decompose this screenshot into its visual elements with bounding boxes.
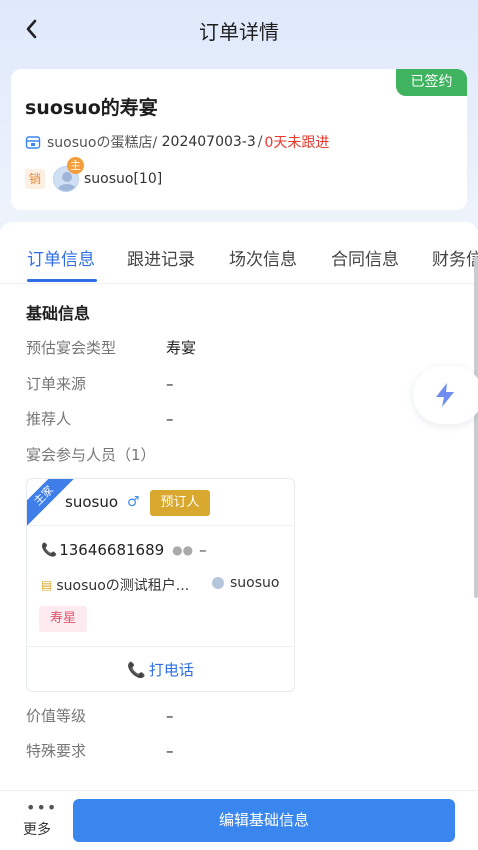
tenant-name: suosuoの测试租户... bbox=[56, 578, 190, 594]
field-value: – bbox=[166, 742, 174, 760]
participants-label: 宴会参与人员（1） bbox=[26, 444, 156, 465]
field-value: – bbox=[166, 410, 174, 428]
field-label: 预估宴会类型 bbox=[26, 339, 117, 357]
order-number: 202407003-3 bbox=[161, 134, 256, 150]
salesperson-name: suosuo[10] bbox=[84, 171, 163, 187]
quick-action-button[interactable] bbox=[413, 366, 478, 424]
tab-bar: 订单信息 跟进记录 场次信息 合同信息 财务信 bbox=[0, 222, 478, 284]
male-icon: ♂ bbox=[127, 494, 140, 510]
phone-icon: 📞 bbox=[41, 542, 58, 558]
wechat-icon: ●● bbox=[172, 543, 194, 557]
lightning-icon bbox=[436, 383, 454, 407]
guest-role-tag: 寿星 bbox=[39, 606, 87, 632]
user-icon bbox=[212, 577, 224, 589]
follow-days: 0天未跟进 bbox=[264, 135, 330, 151]
store-name: suosuoの蛋糕店/ bbox=[47, 135, 158, 151]
more-label: 更多 bbox=[23, 822, 51, 838]
building-icon: ▤ bbox=[41, 578, 53, 592]
participant-user: suosuo bbox=[212, 575, 279, 591]
booker-tag: 预订人 bbox=[150, 490, 210, 516]
participant-card: 主家 suosuo ♂ 预订人 📞 13646681689 ●● – ▤ suo… bbox=[26, 478, 295, 692]
salesperson-line: 销 主 suosuo[10] bbox=[25, 157, 163, 192]
call-label: 打电话 bbox=[148, 661, 194, 679]
more-button[interactable]: ••• 更多 bbox=[20, 798, 58, 845]
field-referrer: 推荐人 – bbox=[26, 408, 174, 429]
field-label: 订单来源 bbox=[26, 375, 87, 393]
field-label: 推荐人 bbox=[26, 410, 72, 428]
field-order-source: 订单来源 – bbox=[26, 373, 174, 394]
participant-footer: 📞 打电话 bbox=[27, 646, 294, 691]
field-special-requests: 特殊要求 – bbox=[26, 740, 174, 761]
field-banquet-type: 预估宴会类型 寿宴 bbox=[26, 337, 196, 358]
store-line: suosuoの蛋糕店/ 202407003-3 / 0天未跟进 bbox=[25, 132, 329, 152]
detail-panel: 订单信息 跟进记录 场次信息 合同信息 财务信 基础信息 预估宴会类型 寿宴 订单… bbox=[0, 222, 478, 822]
tab-contract-info[interactable]: 合同信息 bbox=[331, 245, 399, 270]
phone-icon: 📞 bbox=[127, 661, 146, 679]
store-icon bbox=[25, 136, 41, 149]
salesperson-avatar: 主 bbox=[53, 157, 84, 192]
separator: / bbox=[257, 134, 263, 150]
more-icon: ••• bbox=[26, 798, 58, 817]
field-label: 宴会参与人员（1） bbox=[26, 446, 156, 464]
section-title: 基础信息 bbox=[26, 304, 91, 323]
page-title: 订单详情 bbox=[199, 20, 279, 44]
field-value: – bbox=[166, 375, 174, 393]
field-label: 价值等级 bbox=[26, 707, 87, 725]
status-badge: 已签约 bbox=[396, 69, 467, 96]
tab-follow-records[interactable]: 跟进记录 bbox=[127, 245, 195, 270]
user-name: suosuo bbox=[230, 575, 280, 591]
field-value: – bbox=[166, 707, 174, 725]
field-value-level: 价值等级 – bbox=[26, 705, 174, 726]
main-mark: 主 bbox=[67, 157, 84, 174]
participant-wechat: – bbox=[199, 541, 207, 559]
tab-order-info[interactable]: 订单信息 bbox=[27, 245, 95, 270]
order-name: suosuo的寿宴 bbox=[25, 97, 158, 119]
scrollbar[interactable] bbox=[474, 256, 478, 598]
participant-header: 主家 suosuo ♂ 预订人 bbox=[27, 479, 294, 528]
participant-name: suosuo bbox=[65, 493, 118, 511]
tab-session-info[interactable]: 场次信息 bbox=[229, 245, 297, 270]
participant-phone[interactable]: 13646681689 bbox=[59, 541, 164, 559]
field-label: 特殊要求 bbox=[26, 742, 87, 760]
active-tab-indicator bbox=[27, 279, 97, 282]
participant-tenant: ▤ suosuoの测试租户... bbox=[41, 575, 189, 595]
edit-basic-info-button[interactable]: 编辑基础信息 bbox=[73, 799, 455, 842]
bottom-action-bar: ••• 更多 编辑基础信息 bbox=[0, 790, 478, 850]
call-button[interactable]: 📞 打电话 bbox=[27, 659, 294, 680]
nav-bar: 订单详情 bbox=[0, 0, 478, 60]
sales-tag: 销 bbox=[25, 169, 45, 189]
participant-phone-line: 📞 13646681689 ●● – bbox=[41, 541, 207, 559]
order-summary-card: 已签约 suosuo的寿宴 suosuoの蛋糕店/ 202407003-3 / … bbox=[11, 69, 467, 210]
field-value: 寿宴 bbox=[166, 339, 197, 357]
tab-finance-info[interactable]: 财务信 bbox=[432, 245, 478, 270]
